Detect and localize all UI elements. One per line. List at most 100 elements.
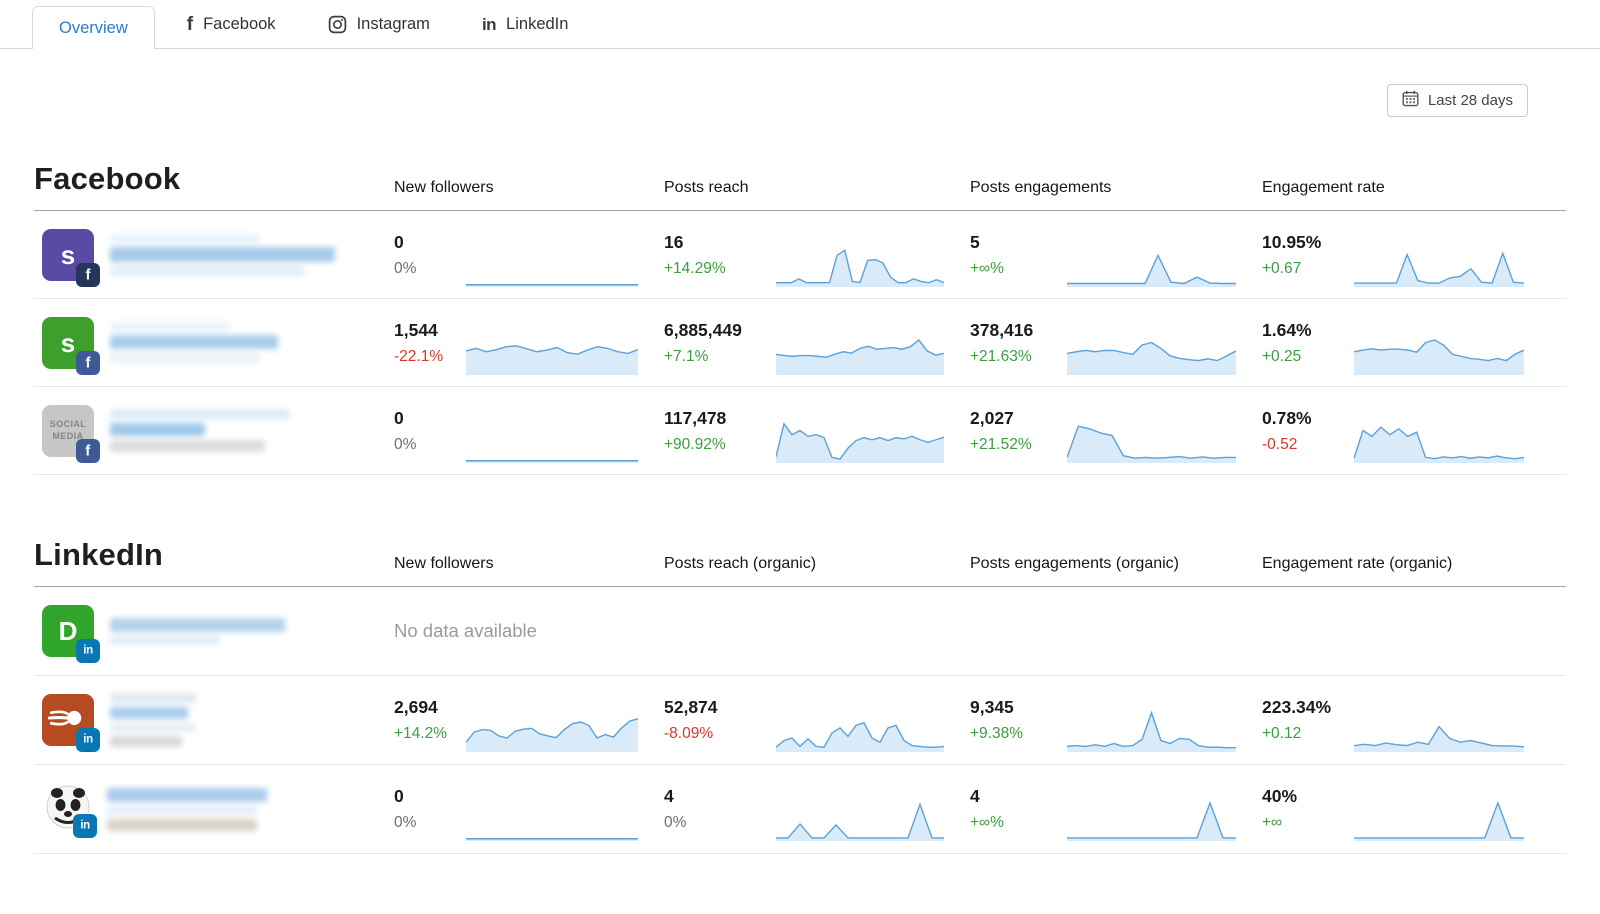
avatar: s f [42, 317, 94, 369]
metric-delta: +∞ [1262, 814, 1354, 832]
avatar-letter: s [61, 330, 75, 356]
metric-delta: +0.67 [1262, 260, 1354, 278]
avatar: in [45, 786, 91, 832]
metric-delta: +∞% [970, 814, 1067, 832]
metric-value: 1,544 [394, 320, 466, 341]
facebook-badge-icon: f [76, 263, 100, 287]
metric-delta: +14.29% [664, 260, 776, 278]
metric-posts-reach: 16+14.29% [664, 211, 970, 298]
metric-value: 0 [394, 786, 466, 807]
metric-delta: +90.92% [664, 436, 776, 454]
metric-posts-reach: 117,478 +90.92% [664, 387, 970, 474]
metric-value: 5 [970, 232, 1067, 253]
metric-value: 2,694 [394, 697, 466, 718]
account-cell: s f [34, 229, 394, 281]
linkedin-badge-icon: in [76, 728, 100, 752]
metric-delta: +7.1% [664, 348, 776, 366]
linkedin-section-header: LinkedIn New followers Posts reach (orga… [34, 537, 1566, 587]
table-row[interactable]: SOCIAL MEDIA f 00% 117,478+90.92% 2,027+… [34, 387, 1566, 475]
metric-value: 6,885,449 [664, 320, 776, 341]
avatar: SOCIAL MEDIA f [42, 405, 94, 457]
metric-delta: +14.2% [394, 725, 466, 743]
metric-value: 1.64% [1262, 320, 1354, 341]
sparkline-chart [776, 327, 944, 375]
tab-linkedin[interactable]: in LinkedIn [482, 0, 569, 48]
table-row[interactable]: in 2,694+14.2% 52,874-8.09% 9,345+9.38% … [34, 676, 1566, 765]
metric-posts-reach-organic: 52,874-8.09% [664, 676, 970, 764]
facebook-section: Facebook New followers Posts reach Posts… [34, 161, 1566, 475]
tab-facebook[interactable]: f Facebook [187, 0, 276, 48]
table-row[interactable]: in 00% 40% 4+∞% 40%+∞ [34, 765, 1566, 854]
sparkline-chart [1067, 239, 1236, 287]
metric-engagement-rate: 0.78%-0.52 [1262, 387, 1534, 474]
tab-linkedin-label: LinkedIn [506, 15, 568, 34]
sparkline-chart [466, 327, 638, 375]
account-cell: D in [34, 605, 394, 657]
account-cell: in [34, 693, 394, 747]
metric-engagement-rate: 10.95% +0.67 [1262, 211, 1534, 298]
metric-value: 10.95% [1262, 232, 1354, 253]
table-row[interactable]: s f 00% 16+14.29% 5+∞% 10.95%+0.67 [34, 211, 1566, 299]
avatar-letter: s [61, 242, 75, 268]
metric-delta: +21.52% [970, 436, 1067, 454]
sparkline-chart [776, 239, 944, 287]
table-row[interactable]: D in No data available [34, 587, 1566, 676]
metric-delta: 0% [394, 436, 466, 454]
metric-posts-engagements-organic: 9,345+9.38% [970, 676, 1262, 764]
metric-engagement-rate: 1.64% +0.25 [1262, 299, 1534, 386]
metric-value: 117,478 [664, 408, 776, 429]
metric-new-followers: 00% [394, 211, 664, 298]
no-data-label: No data available [394, 620, 1534, 642]
column-header-engagement-rate-organic: Engagement rate (organic) [1262, 555, 1534, 573]
tab-instagram[interactable]: Instagram [328, 0, 430, 48]
metric-new-followers: 00% [394, 765, 664, 853]
column-header-new-followers: New followers [394, 555, 664, 573]
metric-value: 2,027 [970, 408, 1067, 429]
metric-delta: +21.63% [970, 348, 1067, 366]
date-range-button[interactable]: Last 28 days [1387, 84, 1528, 117]
metric-value: 4 [664, 786, 776, 807]
tab-overview[interactable]: Overview [32, 6, 155, 49]
facebook-badge-icon: f [76, 351, 100, 375]
table-row[interactable]: s f 1,544-22.1% 6,885,449+7.1% 378,416+2… [34, 299, 1566, 387]
tab-bar: Overview f Facebook Instagram in LinkedI… [0, 0, 1600, 49]
metric-value: 4 [970, 786, 1067, 807]
column-header-engagement-rate: Engagement rate [1262, 179, 1534, 197]
metric-value: 0 [394, 408, 466, 429]
metric-value: 223.34% [1262, 697, 1354, 718]
sparkline-chart [466, 239, 638, 287]
sparkline-chart [1067, 415, 1236, 463]
sparkline-chart [1354, 704, 1524, 752]
metric-delta: -22.1% [394, 348, 466, 366]
metric-delta: 0% [664, 814, 776, 832]
metric-new-followers: 00% [394, 387, 664, 474]
linkedin-icon: in [482, 16, 496, 33]
tab-instagram-label: Instagram [357, 15, 430, 34]
account-cell: in [34, 786, 394, 832]
avatar: in [42, 694, 94, 746]
metric-engagement-rate-organic: 40% +∞ [1262, 765, 1534, 853]
metric-value: 40% [1262, 786, 1354, 807]
metric-delta: +0.25 [1262, 348, 1354, 366]
sparkline-chart [1067, 704, 1236, 752]
metric-new-followers: 2,694 +14.2% [394, 676, 664, 764]
column-header-posts-reach: Posts reach [664, 179, 970, 197]
sparkline-chart [1067, 327, 1236, 375]
account-name-redacted [110, 234, 335, 276]
avatar: s f [42, 229, 94, 281]
sparkline-chart [466, 793, 638, 841]
sparkline-chart [1354, 415, 1524, 463]
date-range-label: Last 28 days [1428, 92, 1513, 109]
metric-value: 52,874 [664, 697, 776, 718]
linkedin-badge-icon: in [76, 639, 100, 663]
metric-delta: -0.52 [1262, 436, 1354, 454]
sparkline-chart [776, 793, 944, 841]
column-header-posts-engagements: Posts engagements [970, 179, 1262, 197]
metric-new-followers: 1,544 -22.1% [394, 299, 664, 386]
column-header-new-followers: New followers [394, 179, 664, 197]
metric-delta: +0.12 [1262, 725, 1354, 743]
facebook-badge-icon: f [76, 439, 100, 463]
metric-posts-reach-organic: 40% [664, 765, 970, 853]
sparkline-chart [776, 415, 944, 463]
column-header-posts-reach-organic: Posts reach (organic) [664, 555, 970, 573]
